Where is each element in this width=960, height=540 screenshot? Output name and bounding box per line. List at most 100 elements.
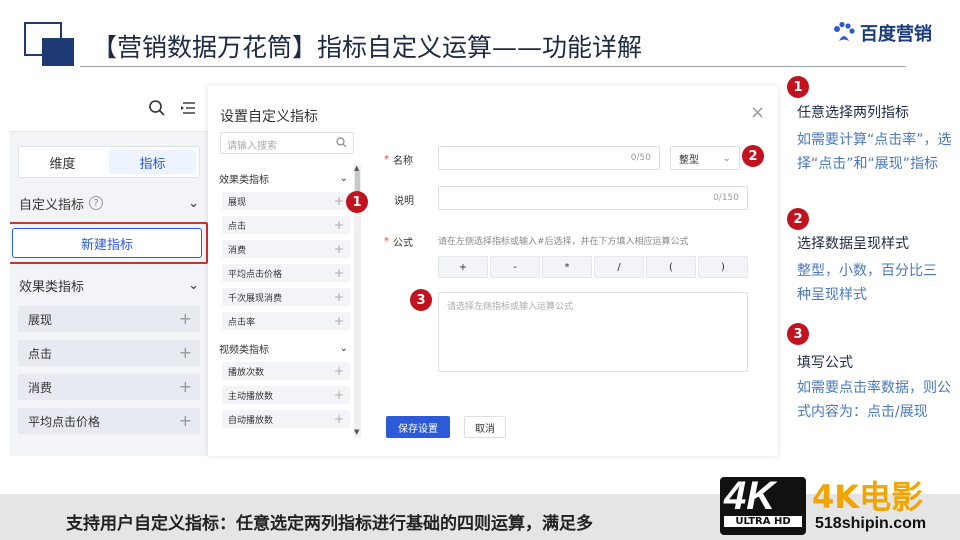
annotation-body-2: 整型，小数，百分比三种呈现样式 [797, 263, 937, 303]
metric-item[interactable]: 展现 + [222, 192, 350, 210]
annotation-marker-1: 1 [787, 76, 809, 98]
baidu-paw-icon [834, 21, 855, 41]
search-icon[interactable] [148, 99, 166, 117]
formula-label: * 公式 [384, 234, 413, 249]
list-item[interactable]: 点击 + [18, 340, 200, 366]
metric-item[interactable]: 自动播放数 + [222, 410, 350, 428]
add-icon[interactable]: + [179, 311, 192, 327]
metric-group-header[interactable]: 效果类指标 ⌄ [218, 168, 350, 188]
metric-side-panel: 维度 指标 自定义指标 ? ⌄ 新建指标 效果类指标 ⌄ 展现 + 点击 + 消… [10, 86, 208, 456]
brand-logo: 百度营销 [832, 20, 932, 46]
description-char-counter: 0/150 [713, 193, 739, 203]
footer-caption: 支持用户自定义指标：任意选定两列指标进行基础的四则运算，满足多 [66, 514, 593, 534]
annotation-marker-2: 2 [787, 208, 809, 230]
scroll-down-icon[interactable]: ▼ [354, 428, 359, 436]
add-icon[interactable]: + [334, 412, 344, 426]
add-icon[interactable]: + [179, 413, 192, 429]
name-label-text: 名称 [393, 156, 413, 167]
scroll-up-icon[interactable]: ▲ [354, 164, 359, 172]
custom-metric-heading: 自定义指标 [19, 197, 85, 213]
search-icon [336, 137, 347, 148]
name-label: * 名称 [384, 152, 413, 167]
list-item[interactable]: 展现 + [18, 306, 200, 332]
add-icon[interactable]: + [334, 266, 344, 280]
close-icon[interactable]: × [750, 102, 765, 123]
tab-metric[interactable]: 指标 [109, 150, 196, 174]
list-item-label: 消费 [28, 380, 53, 395]
display-type-select[interactable]: 整型 ⌄ [670, 146, 740, 170]
add-icon[interactable]: + [334, 242, 344, 256]
metric-search-input[interactable]: 请输入搜索 [220, 132, 354, 154]
metric-item[interactable]: 消费 + [222, 240, 350, 258]
brand-name: 百度营销 [860, 24, 932, 45]
watermark-site-name: 4K电影 [812, 478, 924, 516]
collapse-menu-icon[interactable] [180, 100, 196, 116]
metric-item-label: 主动播放数 [228, 391, 274, 402]
new-metric-button[interactable]: 新建指标 [12, 228, 202, 258]
formula-hint: 请在左侧选择指标或输入#后选择，并在下方填入相应运算公式 [438, 237, 689, 247]
dimension-metric-tabs: 维度 指标 [18, 146, 200, 178]
metric-item[interactable]: 点击 + [222, 216, 350, 234]
add-icon[interactable]: + [334, 364, 344, 378]
metric-item[interactable]: 点击率 + [222, 312, 350, 330]
tab-dimension[interactable]: 维度 [19, 147, 106, 177]
description-input[interactable]: 0/150 [438, 186, 748, 210]
list-item-label: 平均点击价格 [28, 414, 101, 429]
list-item-label: 点击 [28, 346, 53, 361]
operator-open-paren-button[interactable]: ( [646, 256, 696, 278]
operator-divide-button[interactable]: / [594, 256, 644, 278]
custom-metric-dialog: 设置自定义指标 × 请输入搜索 效果类指标 ⌄ 展现 + 点击 + 消费 + 平均点击… [208, 86, 778, 456]
metric-list: 效果类指标 ⌄ 展现 + 点击 + 消费 + 平均点击价格 + 千次展现消费 + 点击率 +… [218, 166, 350, 438]
metric-item[interactable]: 千次展现消费 + [222, 288, 350, 306]
annotation-marker-3: 3 [787, 323, 809, 345]
chevron-down-icon[interactable]: ⌄ [340, 343, 348, 354]
operator-multiply-button[interactable]: * [542, 256, 592, 278]
add-icon[interactable]: + [179, 379, 192, 395]
operator-close-paren-button[interactable]: ) [698, 256, 748, 278]
list-item-label: 展现 [28, 312, 53, 327]
add-icon[interactable]: + [334, 388, 344, 402]
list-item[interactable]: 消费 + [18, 374, 200, 400]
list-item[interactable]: 平均点击价格 + [18, 408, 200, 434]
step-marker-1: 1 [346, 191, 368, 213]
metric-item-label: 点击率 [228, 317, 256, 328]
metric-item[interactable]: 主动播放数 + [222, 386, 350, 404]
metric-item[interactable]: 播放次数 + [222, 362, 350, 380]
chevron-down-icon[interactable]: ⌄ [340, 173, 348, 184]
metric-item-label: 展现 [228, 197, 247, 208]
add-icon[interactable]: + [334, 194, 344, 208]
formula-textarea[interactable]: 请选择左侧指标或输入运算公式 [438, 292, 748, 372]
add-icon[interactable]: + [334, 314, 344, 328]
metric-group-header[interactable]: 视频类指标 ⌄ [218, 338, 350, 358]
formula-label-text: 公式 [393, 238, 413, 249]
cancel-button[interactable]: 取消 [464, 416, 506, 438]
custom-metric-section[interactable]: 自定义指标 ? ⌄ [10, 186, 208, 220]
title-divider [80, 66, 906, 67]
chevron-down-icon[interactable]: ⌄ [188, 196, 199, 211]
metric-group-label: 视频类指标 [219, 344, 269, 356]
annotation-heading-1: 任意选择两列指标 [797, 105, 909, 121]
effect-metric-heading: 效果类指标 [19, 279, 85, 295]
display-type-value: 整型 [679, 154, 699, 166]
step-marker-2: 2 [742, 145, 764, 167]
operator-buttons: + - * / ( ) [438, 256, 748, 278]
annotation-heading-2: 选择数据呈现样式 [797, 236, 909, 252]
metric-item-label: 消费 [228, 245, 247, 256]
name-input[interactable]: 0/50 [438, 146, 660, 170]
operator-minus-button[interactable]: - [490, 256, 540, 278]
chevron-down-icon[interactable]: ⌄ [188, 278, 199, 293]
add-icon[interactable]: + [334, 290, 344, 304]
save-button[interactable]: 保存设置 [386, 416, 450, 438]
operator-plus-button[interactable]: + [438, 256, 488, 278]
chevron-down-icon: ⌄ [722, 152, 731, 164]
add-icon[interactable]: + [179, 345, 192, 361]
new-metric-highlight: 新建指标 [10, 222, 208, 264]
metric-group-label: 效果类指标 [219, 174, 269, 186]
description-label-text: 说明 [394, 196, 414, 207]
effect-metric-section[interactable]: 效果类指标 ⌄ [10, 268, 208, 302]
metric-item-label: 千次展现消费 [228, 293, 283, 304]
metric-item[interactable]: 平均点击价格 + [222, 264, 350, 282]
add-icon[interactable]: + [334, 218, 344, 232]
dialog-title: 设置自定义指标 [220, 109, 318, 125]
help-icon[interactable]: ? [89, 196, 104, 210]
